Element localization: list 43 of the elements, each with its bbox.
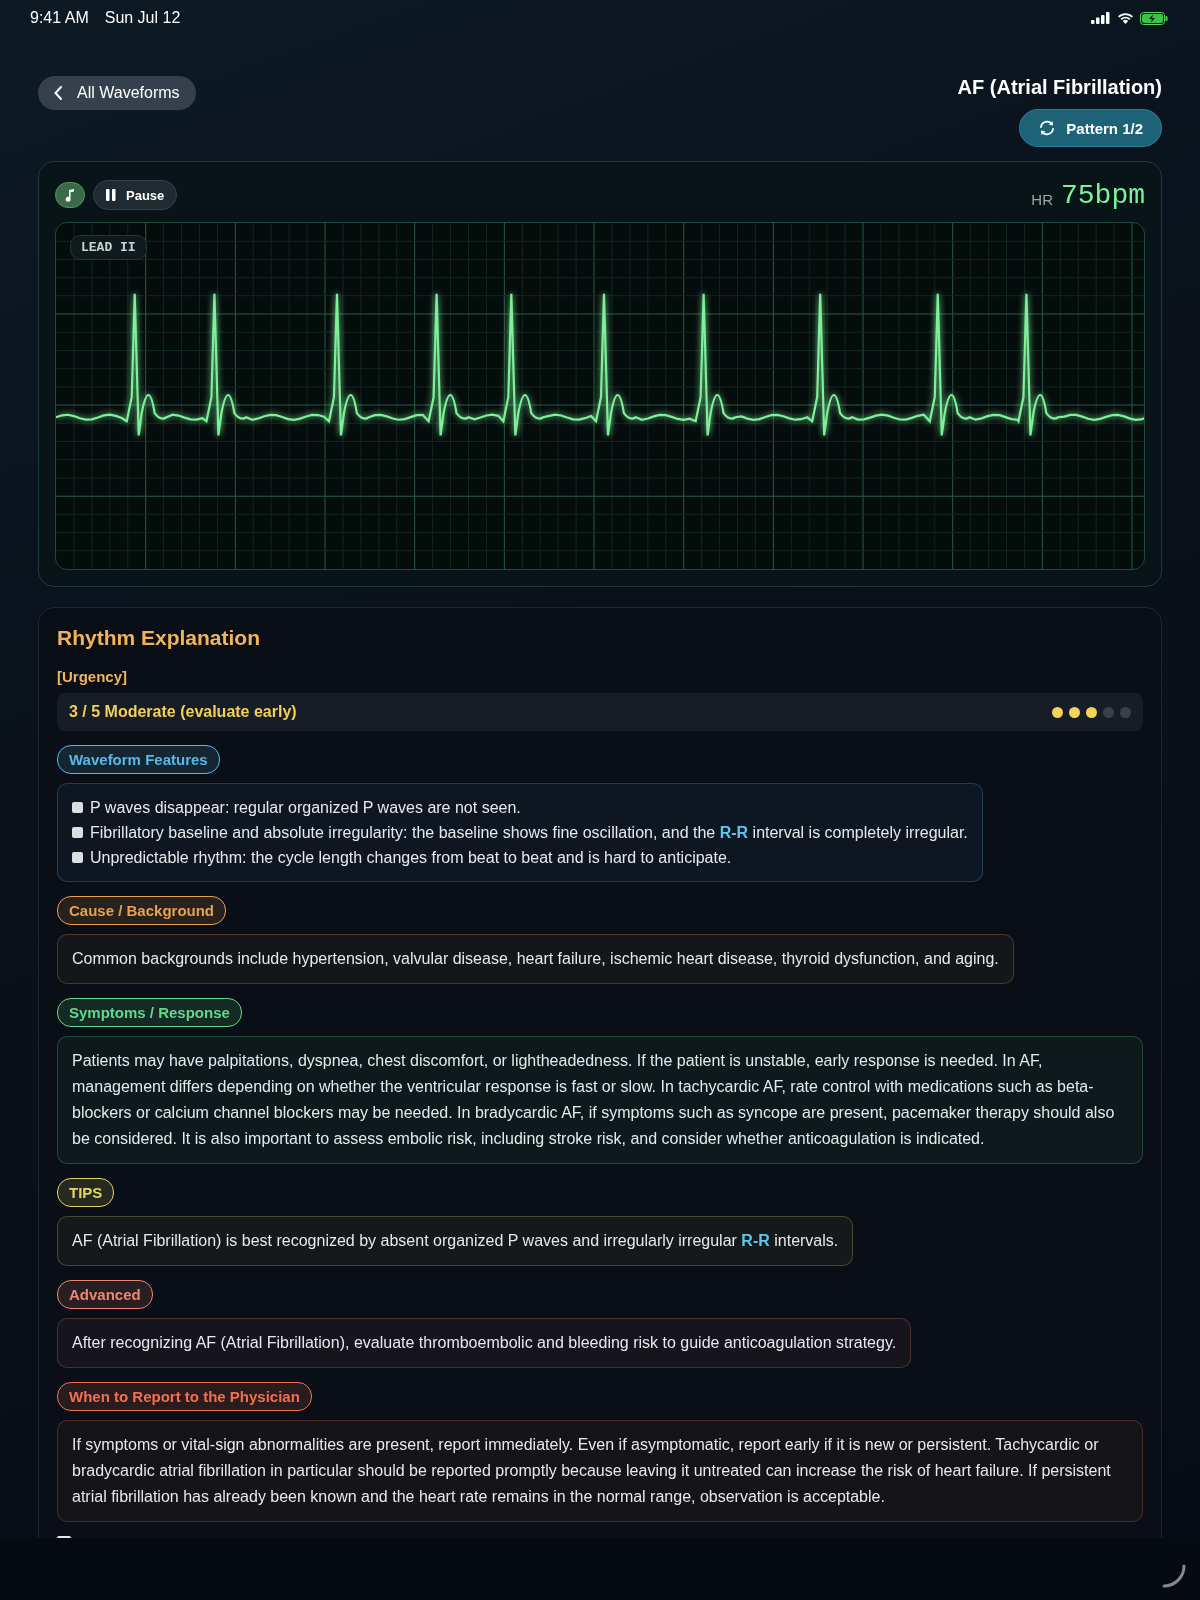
section-text: AF (Atrial Fibrillation) is best recognized by absent organized P waves and irregularly irregular R-R intervals. xyxy=(72,1232,839,1249)
back-button[interactable]: All Waveforms xyxy=(38,76,196,110)
status-date: Sun Jul 12 xyxy=(104,9,181,27)
lead-label: LEAD II xyxy=(70,235,147,260)
feature-text: Fibrillatory baseline and absolute irregularity: the baseline shows fine oscillation, and the R-R interval is completely irregular. xyxy=(90,823,968,843)
urgency-label: [Urgency] xyxy=(57,668,127,685)
urgency-dot xyxy=(1052,706,1063,718)
bullet-icon xyxy=(72,852,83,863)
section-tag: Waveform Features xyxy=(57,745,220,774)
chevron-left-icon xyxy=(54,86,63,100)
urgency-dot xyxy=(1103,706,1114,718)
page-title: AF (Atrial Fibrillation) xyxy=(957,76,1162,99)
resize-handle-icon xyxy=(1162,1564,1186,1588)
urgency-dot xyxy=(1120,706,1131,718)
section-tag: Cause / Background xyxy=(57,896,227,925)
hr-label: HR xyxy=(1031,191,1053,208)
section-text: After recognizing AF (Atrial Fibrillation), evaluate thromboembolic and bleeding risk to guide anticoagulation strategy. xyxy=(72,1334,897,1351)
section-title: Rhythm Explanation xyxy=(57,626,261,650)
bullet-icon xyxy=(72,802,83,813)
signal-icon xyxy=(1091,12,1111,24)
section-text: If symptoms or vital-sign abnormalities are present, report immediately. Even if asymptomatic, report early if it is new or persistent. Tachycardic or bradycardic atrial fibrillation in particular should be reported promptly because leaving it untreated can increase the risk of heart failure. If persistent atrial fibrillation has already been known and the heart rate remains in the normal range, observation is acceptable. xyxy=(72,1436,1111,1505)
section-text: Common backgrounds include hypertension, valvular disease, heart failure, ischemic heart disease, thyroid dysfunction, and aging. xyxy=(72,950,999,967)
feature-text: P waves disappear: regular organized P waves are not seen. xyxy=(90,798,521,818)
sound-button[interactable] xyxy=(55,182,85,208)
section-tag: Symptoms / Response xyxy=(57,998,242,1027)
battery-icon xyxy=(1140,11,1168,25)
bullet-icon xyxy=(72,827,83,838)
feature-text: Unpredictable rhythm: the cycle length changes from beat to beat and is hard to anticipate. xyxy=(90,848,732,868)
urgency-dot xyxy=(1069,706,1080,718)
section-text: Patients may have palpitations, dyspnea, chest discomfort, or lightheadedness. If the patient is unstable, early response is needed. In AF, management differs depending on whether the ventricular response is fast or slow. In tachycardic AF, rate control with medications such as beta-blockers or calcium channel blockers may be needed. In bradycardic AF, if symptoms such as syncope are present, pacemaker therapy should also be considered. It is also important to assess embolic risk, including stroke risk, and consider whether anticoagulation is indicated. xyxy=(72,1052,1115,1147)
section-tag: TIPS xyxy=(57,1178,115,1207)
pause-button[interactable]: Pause xyxy=(93,180,178,210)
hr-value: 75bpm xyxy=(1061,179,1145,211)
pattern-button[interactable]: Pattern 1/2 xyxy=(1019,109,1162,147)
refresh-icon xyxy=(1038,119,1057,137)
urgency-dot xyxy=(1086,706,1097,718)
section-tag: Advanced xyxy=(57,1280,153,1309)
wifi-icon xyxy=(1117,12,1134,24)
pause-icon xyxy=(106,189,116,201)
status-time: 9:41 AM xyxy=(30,9,89,27)
section-tag: When to Report to the Physician xyxy=(57,1382,312,1411)
music-note-icon xyxy=(64,188,76,202)
urgency-text: 3 / 5 Moderate (evaluate early) xyxy=(69,703,297,721)
